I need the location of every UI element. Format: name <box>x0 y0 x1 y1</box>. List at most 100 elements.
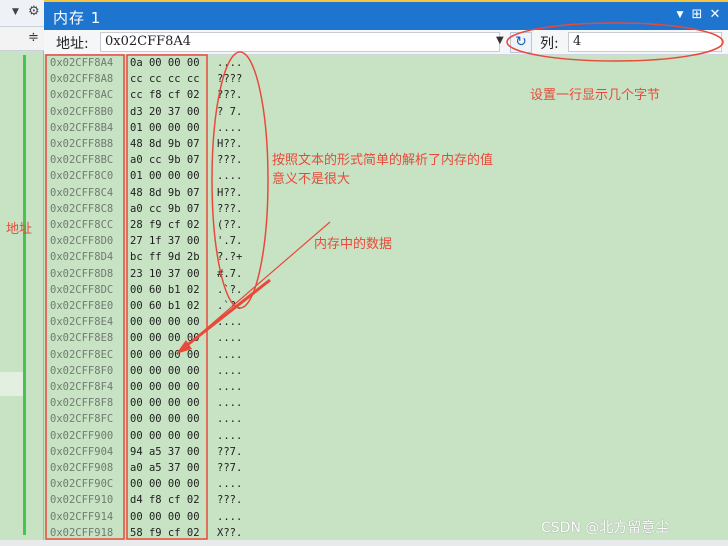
memory-text[interactable]: .... <box>217 314 242 330</box>
window-dropdown-icon[interactable]: ▼ <box>672 10 688 20</box>
memory-address: 0x02CFF8AC <box>50 89 114 102</box>
memory-address: 0x02CFF8EC <box>50 348 114 361</box>
memory-address: 0x02CFF8C0 <box>50 170 114 183</box>
memory-text[interactable]: .... <box>217 363 242 379</box>
columns-input[interactable]: 4 <box>568 32 722 52</box>
memory-hex-bytes[interactable]: 00 60 b1 02 <box>130 298 200 314</box>
memory-grid[interactable]: 0x02CFF8A4 0a 00 00 00.... 0x02CFF8A8 cc cc… <box>44 55 728 540</box>
address-annotation: 地址 <box>6 222 33 237</box>
memory-hex-bytes[interactable]: d3 20 37 00 <box>130 104 200 120</box>
memory-hex-bytes[interactable]: 00 00 00 00 <box>130 363 200 379</box>
pin-icon[interactable]: ⊞ <box>689 7 705 22</box>
memory-hex-bytes[interactable]: 0a 00 00 00 <box>130 55 200 71</box>
memory-address: 0x02CFF8E4 <box>50 316 114 329</box>
memory-text[interactable]: .... <box>217 55 242 71</box>
memory-text[interactable]: .`?. <box>217 282 242 298</box>
memory-address: 0x02CFF908 <box>50 462 114 474</box>
memory-text[interactable]: .... <box>217 168 242 184</box>
window-title: 内存 1 <box>53 9 102 27</box>
memory-address: 0x02CFF8D0 <box>50 235 114 248</box>
memory-hex-bytes[interactable]: 00 00 00 00 <box>130 395 200 411</box>
memory-hex-bytes[interactable]: 01 00 00 00 <box>130 120 200 136</box>
memory-address: 0x02CFF8F4 <box>50 381 114 393</box>
memory-hex-bytes[interactable]: 00 00 00 00 <box>130 476 200 492</box>
memory-text[interactable]: '.7. <box>217 233 242 249</box>
expand-icon[interactable]: ≑ <box>28 30 39 45</box>
close-icon[interactable]: ✕ <box>707 7 723 22</box>
memory-text[interactable]: ???. <box>217 87 242 103</box>
memory-hex-bytes[interactable]: 58 f9 cf 02 <box>130 525 200 541</box>
memory-hex-bytes[interactable]: 00 00 00 00 <box>130 314 200 330</box>
memory-text[interactable]: ?.?+ <box>217 249 242 265</box>
memory-address: 0x02CFF8CC <box>50 219 114 231</box>
memory-hex-bytes[interactable]: a0 cc 9b 07 <box>130 201 200 217</box>
memory-text[interactable]: .... <box>217 379 242 395</box>
address-input[interactable]: 0x02CFF8A4 <box>100 32 500 52</box>
memory-hex-bytes[interactable]: 00 00 00 00 <box>130 379 200 395</box>
memory-text[interactable]: .`?. <box>217 298 242 314</box>
memory-hex-bytes[interactable]: 48 8d 9b 07 <box>130 185 200 201</box>
memory-text[interactable]: ???? <box>217 71 242 87</box>
memory-address: 0x02CFF8FC <box>50 413 114 426</box>
memory-text[interactable]: H??. <box>217 185 242 201</box>
memory-address: 0x02CFF914 <box>50 510 114 523</box>
left-pane: ▼ ⚙ ≑ <box>0 0 44 546</box>
memory-address: 0x02CFF8DC <box>50 283 114 296</box>
memory-hex-bytes[interactable]: 23 10 37 00 <box>130 266 200 282</box>
memory-hex-bytes[interactable]: 94 a5 37 00 <box>130 444 200 460</box>
dropdown-icon[interactable]: ▼ <box>12 7 19 17</box>
memory-address: 0x02CFF8D8 <box>50 267 114 280</box>
memory-address: 0x02CFF8C4 <box>50 186 114 199</box>
refresh-icon[interactable]: ↻ <box>510 32 532 53</box>
address-dropdown-icon[interactable]: ▼ <box>496 35 504 46</box>
memory-text[interactable]: ???. <box>217 492 242 508</box>
memory-text[interactable]: H??. <box>217 136 242 152</box>
change-indicator-bar <box>23 55 26 535</box>
memory-text[interactable]: .... <box>217 428 242 444</box>
memory-hex-bytes[interactable]: 00 00 00 00 <box>130 330 200 346</box>
memory-text[interactable]: ??7. <box>217 460 242 476</box>
memory-hex-bytes[interactable]: 00 00 00 00 <box>130 428 200 444</box>
memory-hex-bytes[interactable]: cc f8 cf 02 <box>130 87 200 103</box>
memory-hex-bytes[interactable]: 28 f9 cf 02 <box>130 217 200 233</box>
memory-address: 0x02CFF8C8 <box>50 202 114 215</box>
memory-hex-bytes[interactable]: a0 cc 9b 07 <box>130 152 200 168</box>
memory-address: 0x02CFF8B8 <box>50 138 114 150</box>
memory-text[interactable]: .... <box>217 120 242 136</box>
memory-hex-bytes[interactable]: 27 1f 37 00 <box>130 233 200 249</box>
memory-hex-bytes[interactable]: 01 00 00 00 <box>130 168 200 184</box>
memory-text[interactable]: ???. <box>217 201 242 217</box>
memory-hex-bytes[interactable]: 00 00 00 00 <box>130 509 200 525</box>
memory-text[interactable]: .... <box>217 330 242 346</box>
columns-label: 列: <box>540 36 559 52</box>
memory-text[interactable]: .... <box>217 347 242 363</box>
memory-address: 0x02CFF8F8 <box>50 397 114 410</box>
memory-text[interactable]: .... <box>217 395 242 411</box>
memory-hex-bytes[interactable]: 48 8d 9b 07 <box>130 136 200 152</box>
memory-text[interactable]: #.7. <box>217 266 242 282</box>
memory-text[interactable]: .... <box>217 476 242 492</box>
address-label: 地址: <box>56 36 89 52</box>
memory-address: 0x02CFF8B4 <box>50 121 114 134</box>
memory-hex-bytes[interactable]: 00 60 b1 02 <box>130 282 200 298</box>
gear-icon[interactable]: ⚙ <box>28 4 40 19</box>
memory-text[interactable]: ???. <box>217 152 242 168</box>
memory-hex-bytes[interactable]: cc cc cc cc <box>130 71 200 87</box>
memory-text[interactable]: ??7. <box>217 444 242 460</box>
memory-text[interactable]: (??. <box>217 217 242 233</box>
memory-hex-bytes[interactable]: d4 f8 cf 02 <box>130 492 200 508</box>
memory-text[interactable]: X??. <box>217 525 242 541</box>
bottom-scrollbar[interactable] <box>0 540 728 546</box>
data-annotation: 内存中的数据 <box>314 237 393 252</box>
watermark: CSDN @北方留意尘 <box>541 520 670 536</box>
memory-text[interactable]: ? 7. <box>217 104 242 120</box>
memory-hex-bytes[interactable]: bc ff 9d 2b <box>130 249 200 265</box>
memory-hex-bytes[interactable]: a0 a5 37 00 <box>130 460 200 476</box>
memory-text[interactable]: .... <box>217 411 242 427</box>
memory-address: 0x02CFF918 <box>50 526 114 539</box>
memory-hex-bytes[interactable]: 00 00 00 00 <box>130 411 200 427</box>
memory-text[interactable]: .... <box>217 509 242 525</box>
memory-hex-bytes[interactable]: 00 00 00 00 <box>130 347 200 363</box>
memory-address: 0x02CFF8B0 <box>50 105 114 118</box>
memory-address: 0x02CFF8A4 <box>50 57 114 69</box>
